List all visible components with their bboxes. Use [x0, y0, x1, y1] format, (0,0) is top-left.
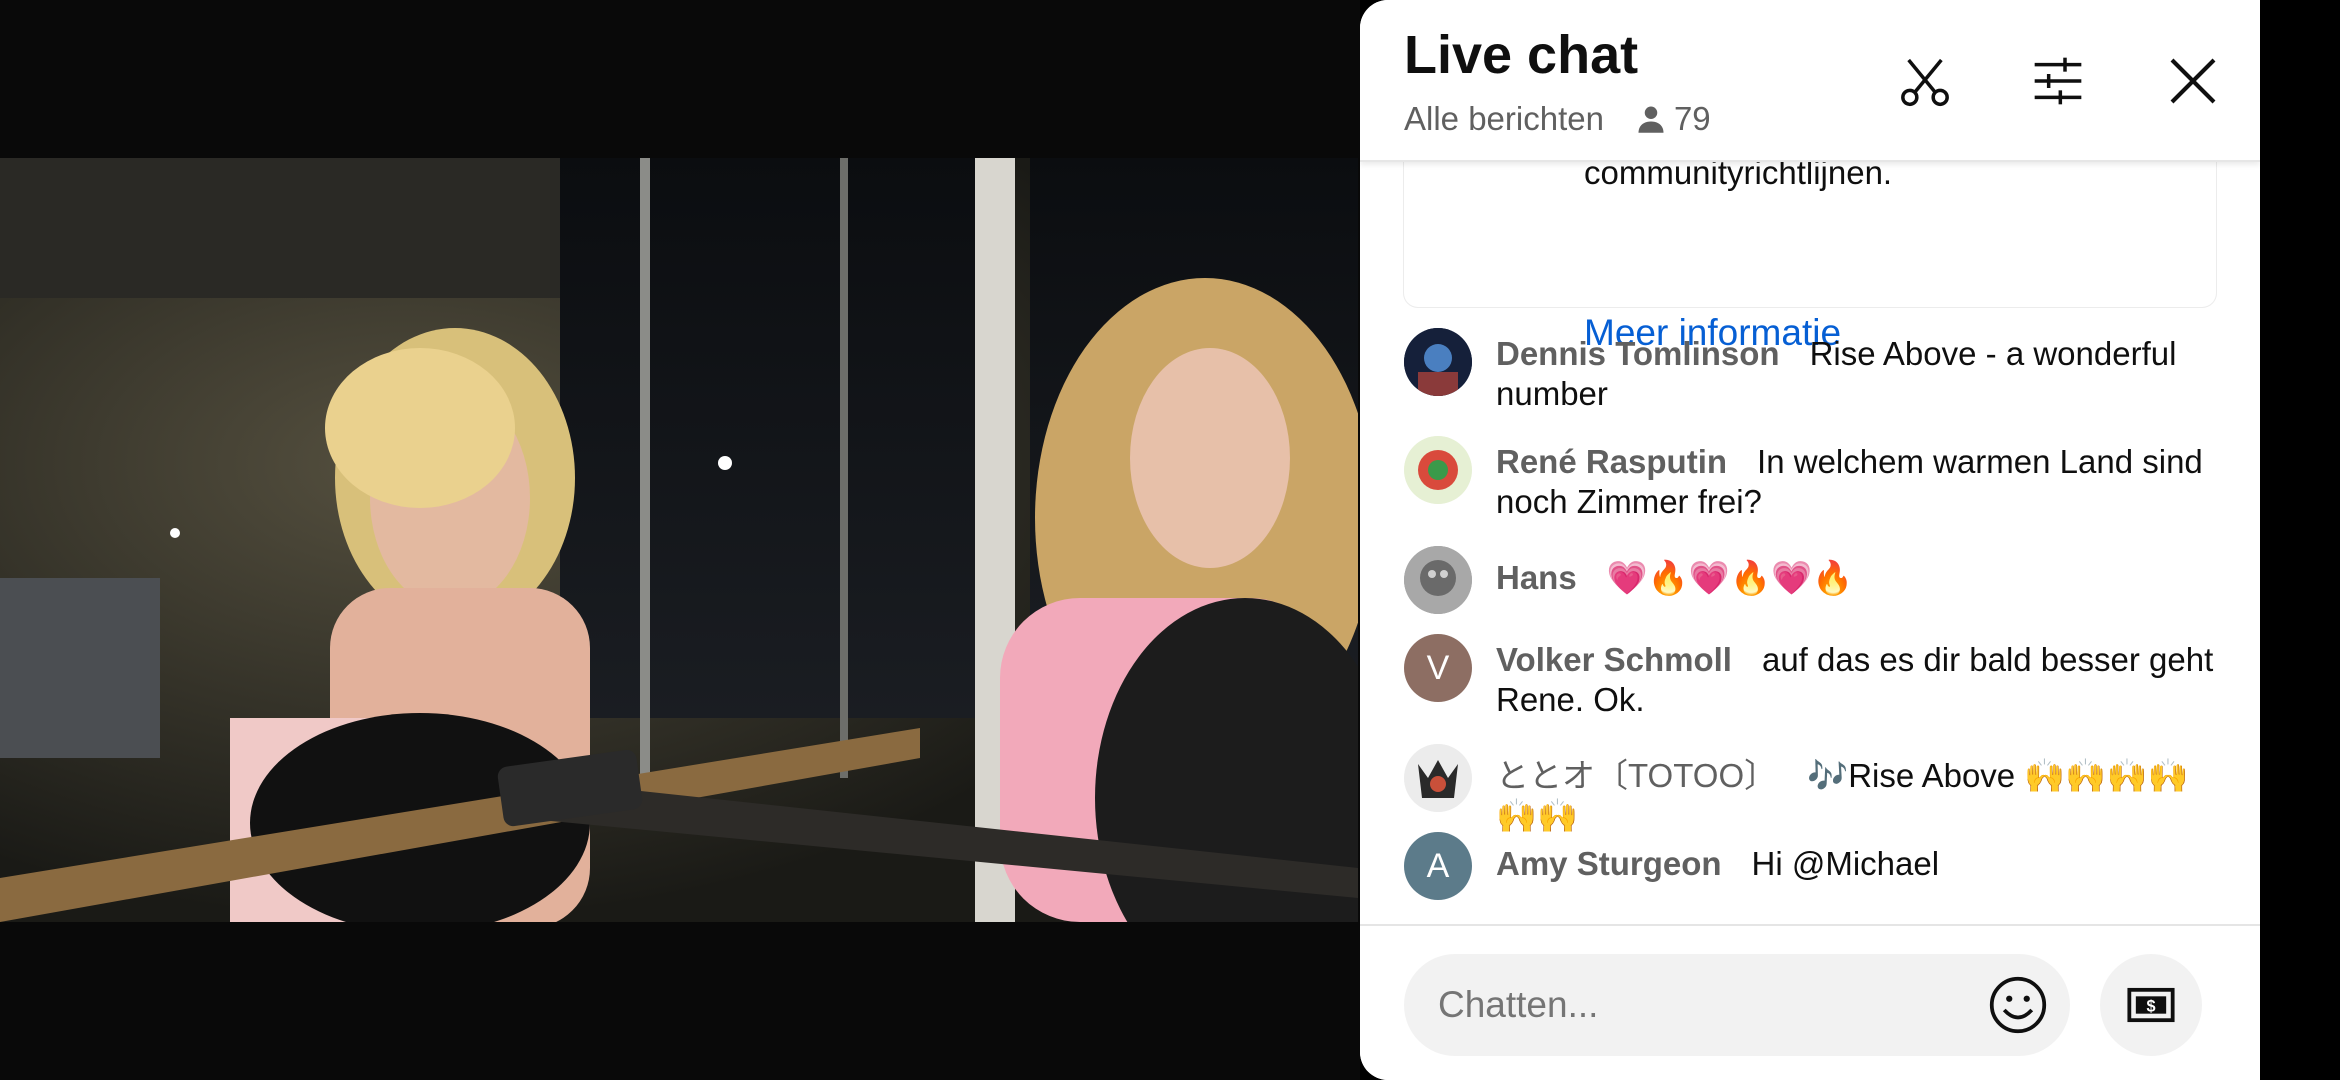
avatar [1404, 328, 1472, 396]
right-edge-bar [2260, 0, 2340, 1080]
avatar: V [1404, 634, 1472, 702]
super-chat-button[interactable]: $ [2100, 954, 2202, 1056]
avatar-image [1404, 436, 1472, 504]
avatar-image [1404, 546, 1472, 614]
author-name: ととオ〔TOTOO〕 [1496, 757, 1778, 794]
avatar [1404, 546, 1472, 614]
avatar: A [1404, 832, 1472, 900]
chat-settings-button[interactable] [2023, 46, 2093, 116]
chat-input[interactable] [1438, 984, 1938, 1026]
author-name: Volker Schmoll [1496, 641, 1732, 678]
person-icon [1638, 106, 1664, 133]
svg-text:$: $ [2146, 998, 2155, 1016]
author-name: René Rasputin [1496, 443, 1728, 480]
avatar-image [1404, 328, 1472, 396]
author-name: Amy Sturgeon [1496, 845, 1722, 882]
message-text: 💗🔥💗🔥💗🔥 [1606, 559, 1854, 596]
avatar-image [1404, 744, 1472, 812]
message-text: Hi @Michael [1751, 845, 1940, 882]
live-chat-panel: Live chat Alle berichten 79 communityric… [1360, 0, 2260, 1080]
video-player[interactable] [0, 0, 1360, 1080]
avatar [1404, 436, 1472, 504]
chat-filter-dropdown[interactable]: Alle berichten [1404, 100, 1604, 138]
chat-footer: $ [1360, 924, 2260, 1080]
close-icon [2170, 58, 2216, 104]
emoji-icon[interactable] [1988, 975, 2048, 1035]
chat-input-container[interactable] [1404, 954, 2070, 1056]
chat-message[interactable]: A Amy Sturgeon Hi @Michael [1404, 832, 2224, 900]
filter-sliders-icon [2034, 57, 2082, 105]
video-frame[interactable] [0, 158, 1358, 922]
avatar [1404, 744, 1472, 812]
viewer-count-value: 79 [1673, 100, 1711, 137]
notice-text: communityrichtlijnen. [1584, 162, 1893, 191]
scissors-icon [1901, 58, 1949, 107]
chat-title: Live chat [1404, 25, 1639, 85]
author-name: Hans [1496, 559, 1577, 596]
close-chat-button[interactable] [2158, 46, 2228, 116]
chat-message[interactable]: V Volker Schmoll auf das es dir bald bess… [1404, 634, 2224, 720]
super-chat-money-icon: $ [2127, 987, 2175, 1023]
clip-button[interactable] [1890, 46, 1960, 116]
chat-message[interactable]: ととオ〔TOTOO〕 🎶Rise Above 🙌🙌🙌🙌🙌🙌 [1404, 744, 2224, 836]
chat-message[interactable]: Dennis Tomlinson Rise Above - a wonderful… [1404, 328, 2224, 414]
video-content-image [0, 158, 1358, 922]
chat-filter-row: Alle berichten 79 [1404, 100, 1711, 138]
avatar-letter: A [1426, 846, 1450, 885]
chat-message[interactable]: René Rasputin In welchem warmen Land sind… [1404, 436, 2224, 522]
chat-message[interactable]: Hans 💗🔥💗🔥💗🔥 [1404, 546, 2224, 614]
community-guidelines-notice: communityrichtlijnen. Meer informatie [1404, 162, 2216, 353]
chat-message-list[interactable]: communityrichtlijnen. Meer informatie De… [1360, 162, 2260, 924]
author-name: Dennis Tomlinson [1496, 335, 1780, 372]
avatar-letter: V [1426, 648, 1450, 687]
viewer-count: 79 [1636, 100, 1711, 138]
chat-header: Live chat Alle berichten 79 [1360, 0, 2260, 162]
